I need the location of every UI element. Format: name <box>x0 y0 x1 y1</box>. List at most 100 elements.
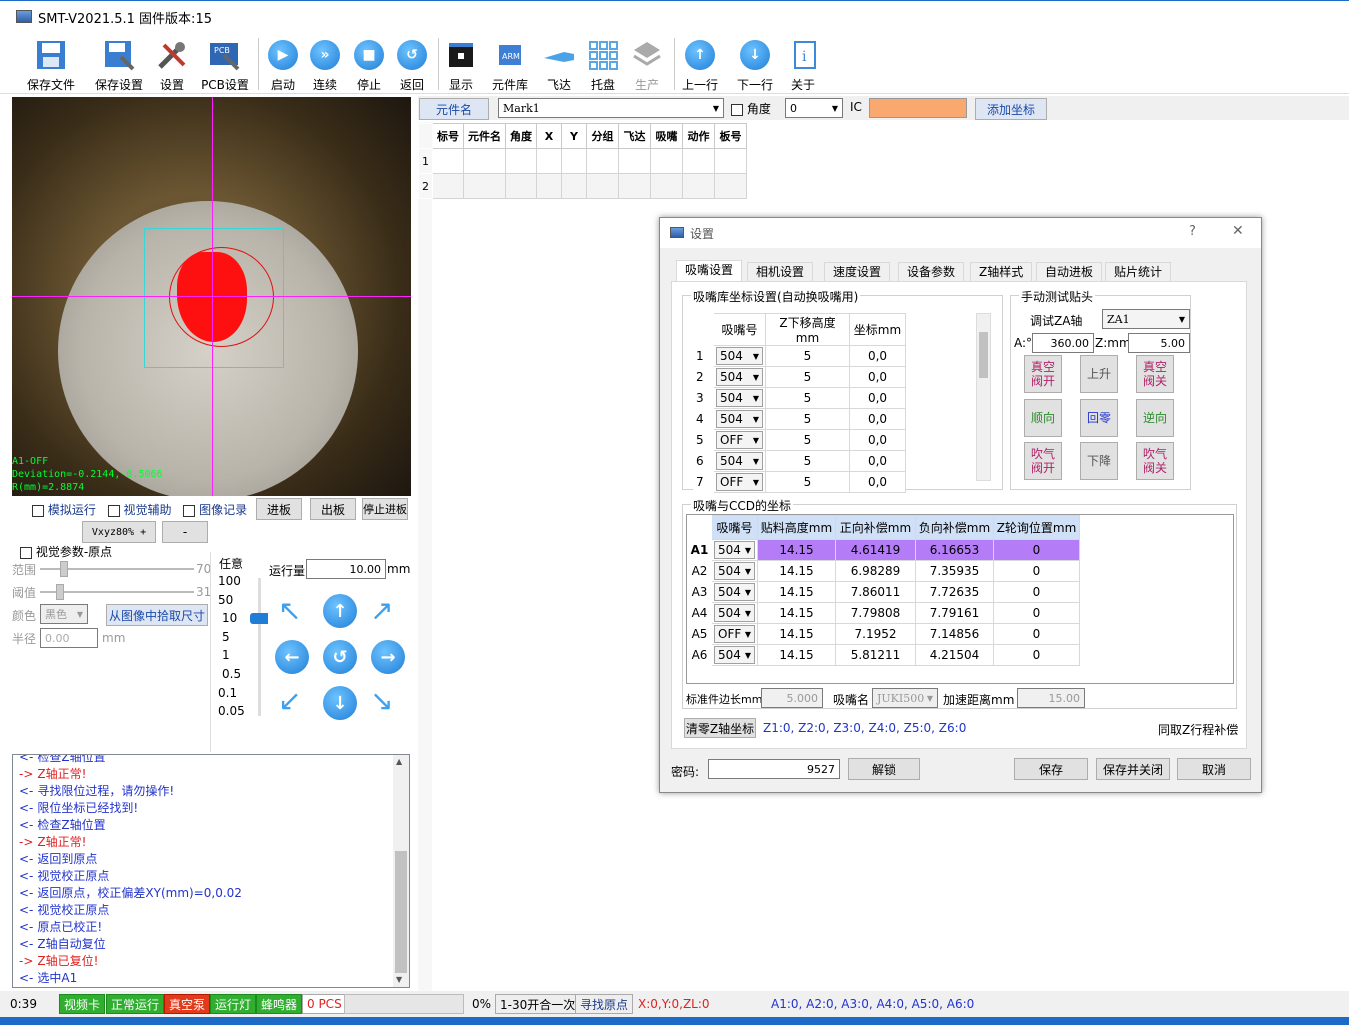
vacuum-pump-indicator[interactable]: 真空泵 <box>164 994 211 1014</box>
grid-cell[interactable] <box>682 148 715 174</box>
coord-cell[interactable]: 0,0 <box>849 408 906 430</box>
z-down-cell[interactable]: 5 <box>765 450 850 472</box>
clear-z-button[interactable]: 清零Z轴坐标 <box>684 718 756 738</box>
grid-column-header[interactable]: 标号 <box>432 123 464 149</box>
grid-column-header[interactable]: Y <box>561 123 587 149</box>
step-value[interactable]: 0.05 <box>218 704 250 718</box>
accel-input[interactable]: 15.00 <box>1017 688 1085 708</box>
range-slider[interactable] <box>40 561 194 577</box>
ccd-cell[interactable]: 14.15 <box>757 623 836 645</box>
angle-select[interactable]: 0 ▼ <box>785 98 843 118</box>
password-input[interactable]: 9527 <box>708 759 840 779</box>
ccd-header[interactable]: 吸嘴号 <box>711 515 758 540</box>
display-button[interactable]: 显示 <box>442 36 480 93</box>
nozzle-select[interactable]: 504 ▼ <box>714 541 755 559</box>
za-select[interactable]: ZA1 ▼ <box>1102 309 1190 329</box>
step-value[interactable]: 0.5 <box>222 667 254 681</box>
z-down-cell[interactable]: 5 <box>765 366 850 388</box>
nozzle-lib-header[interactable]: 坐标mm <box>849 313 906 346</box>
z-down-cell[interactable]: 5 <box>765 345 850 367</box>
sim-run-checkbox[interactable] <box>32 504 44 517</box>
nozzle-lib-scrollbar[interactable] <box>976 313 991 481</box>
jog-right-button[interactable]: → <box>371 640 405 674</box>
grid-cell[interactable] <box>561 173 587 199</box>
normal-run-indicator[interactable]: 正常运行 <box>106 994 165 1014</box>
ccd-cell[interactable]: 0 <box>993 623 1080 645</box>
step-value[interactable]: 50 <box>218 593 250 607</box>
feeder-button[interactable]: 飞达 <box>540 36 578 93</box>
mark-select[interactable]: Mark1 ▼ <box>498 98 724 118</box>
ccd-cell[interactable]: 7.72635 <box>915 581 994 603</box>
ccd-cell[interactable]: 7.79808 <box>835 602 916 624</box>
grid-cell[interactable] <box>586 173 619 199</box>
speed-down-button[interactable]: - <box>162 521 208 543</box>
vision-origin-checkbox[interactable] <box>20 546 32 559</box>
feed-out-button[interactable]: 出板 <box>310 498 356 520</box>
nozzle-select[interactable]: 504 ▼ <box>716 347 763 365</box>
ccd-cell[interactable]: 0 <box>993 602 1080 624</box>
tab-device[interactable]: 设备参数 <box>898 262 965 281</box>
forward-rotate-button[interactable]: 顺向 <box>1024 399 1062 437</box>
video-card-indicator[interactable]: 视频卡 <box>59 994 106 1014</box>
grid-cell[interactable] <box>650 148 683 174</box>
nozzle-select[interactable]: 504 ▼ <box>714 604 755 622</box>
continuous-button[interactable]: » 连续 <box>306 36 344 93</box>
vacuum-close-button[interactable]: 真空阀关 <box>1136 355 1174 393</box>
tab-z-style[interactable]: Z轴样式 <box>970 262 1033 281</box>
step-value[interactable]: 0.1 <box>218 686 250 700</box>
grid-column-header[interactable]: 吸嘴 <box>650 123 683 149</box>
vision-assist-checkbox[interactable] <box>107 504 120 517</box>
grid-cell[interactable] <box>505 173 537 199</box>
jog-home-button[interactable]: ↺ <box>323 640 357 674</box>
tab-placement-stats[interactable]: 贴片统计 <box>1105 262 1172 281</box>
grid-cell[interactable] <box>463 148 506 174</box>
color-select[interactable]: 黑色 ▼ <box>40 604 88 624</box>
stop-button[interactable]: ■ 停止 <box>350 36 388 93</box>
run-light-indicator[interactable]: 运行灯 <box>210 994 257 1014</box>
ccd-cell[interactable]: 7.35935 <box>915 560 994 582</box>
log-scrollbar[interactable]: ▲ ▼ <box>393 755 409 987</box>
z-down-cell[interactable]: 5 <box>765 471 850 493</box>
start-button[interactable]: ▶ 启动 <box>264 36 302 93</box>
step-slider-thumb[interactable] <box>250 613 268 624</box>
message-log[interactable]: <- 检查Z轴位置 -> Z轴正常! <- 寻找限位过程，请勿操作! <- 限位坐标已经找到!… <box>12 754 410 988</box>
feed-in-button[interactable]: 进板 <box>256 498 302 520</box>
step-value[interactable]: 5 <box>222 630 254 644</box>
step-slider-track[interactable] <box>258 578 261 716</box>
tab-auto-feed[interactable]: 自动进板 <box>1036 262 1103 281</box>
blow-open-button[interactable]: 吹气阀开 <box>1024 442 1062 480</box>
close-icon[interactable]: ✕ <box>1232 223 1244 239</box>
nozzle-lib-header[interactable]: Z下移高度mm <box>765 313 850 346</box>
z-axis-input[interactable]: 5.00 <box>1128 333 1190 353</box>
ccd-cell[interactable]: 14.15 <box>757 644 836 666</box>
ccd-cell[interactable]: 6.16653 <box>915 539 994 561</box>
jog-up-button[interactable]: ↑ <box>323 594 357 628</box>
component-library-button[interactable]: ARM 元件库 <box>488 36 532 93</box>
ccd-cell[interactable]: 0 <box>993 539 1080 561</box>
ccd-cell[interactable]: 7.14856 <box>915 623 994 645</box>
nozzle-select[interactable]: 504 ▼ <box>714 646 755 664</box>
grid-cell[interactable] <box>463 173 506 199</box>
settings-button[interactable]: 设置 <box>152 36 192 93</box>
grid-cell[interactable] <box>650 173 683 199</box>
log-scroll-thumb[interactable] <box>395 851 407 973</box>
ccd-header[interactable]: 贴料高度mm <box>757 515 836 540</box>
coord-cell[interactable]: 0,0 <box>849 450 906 472</box>
nozzle-select[interactable]: 504 ▼ <box>716 389 763 407</box>
ccd-cell[interactable]: 0 <box>993 644 1080 666</box>
tab-camera[interactable]: 相机设置 <box>747 262 814 281</box>
radius-input[interactable]: 0.00 <box>40 628 98 648</box>
save-settings-button[interactable]: 保存设置 <box>92 36 146 93</box>
nozzle-select[interactable]: 504 ▼ <box>716 368 763 386</box>
save-and-close-button[interactable]: 保存并关闭 <box>1096 758 1170 780</box>
camera-view[interactable]: A1-OFF Deviation=-0.2144,-0.5066 R(mm)=2… <box>12 97 411 496</box>
ccd-cell[interactable]: 0 <box>993 560 1080 582</box>
ccd-cell[interactable]: 7.86011 <box>835 581 916 603</box>
jog-down-right-icon[interactable]: ↘ <box>370 684 393 717</box>
nozzle-select[interactable]: OFF ▼ <box>714 625 755 643</box>
jog-left-button[interactable]: ← <box>275 640 309 674</box>
threshold-slider-thumb[interactable] <box>56 584 64 600</box>
a-axis-input[interactable]: 360.00 <box>1032 333 1094 353</box>
next-row-button[interactable]: ↓ 下一行 <box>735 36 775 93</box>
nozzle-lib-scroll-thumb[interactable] <box>979 332 988 378</box>
